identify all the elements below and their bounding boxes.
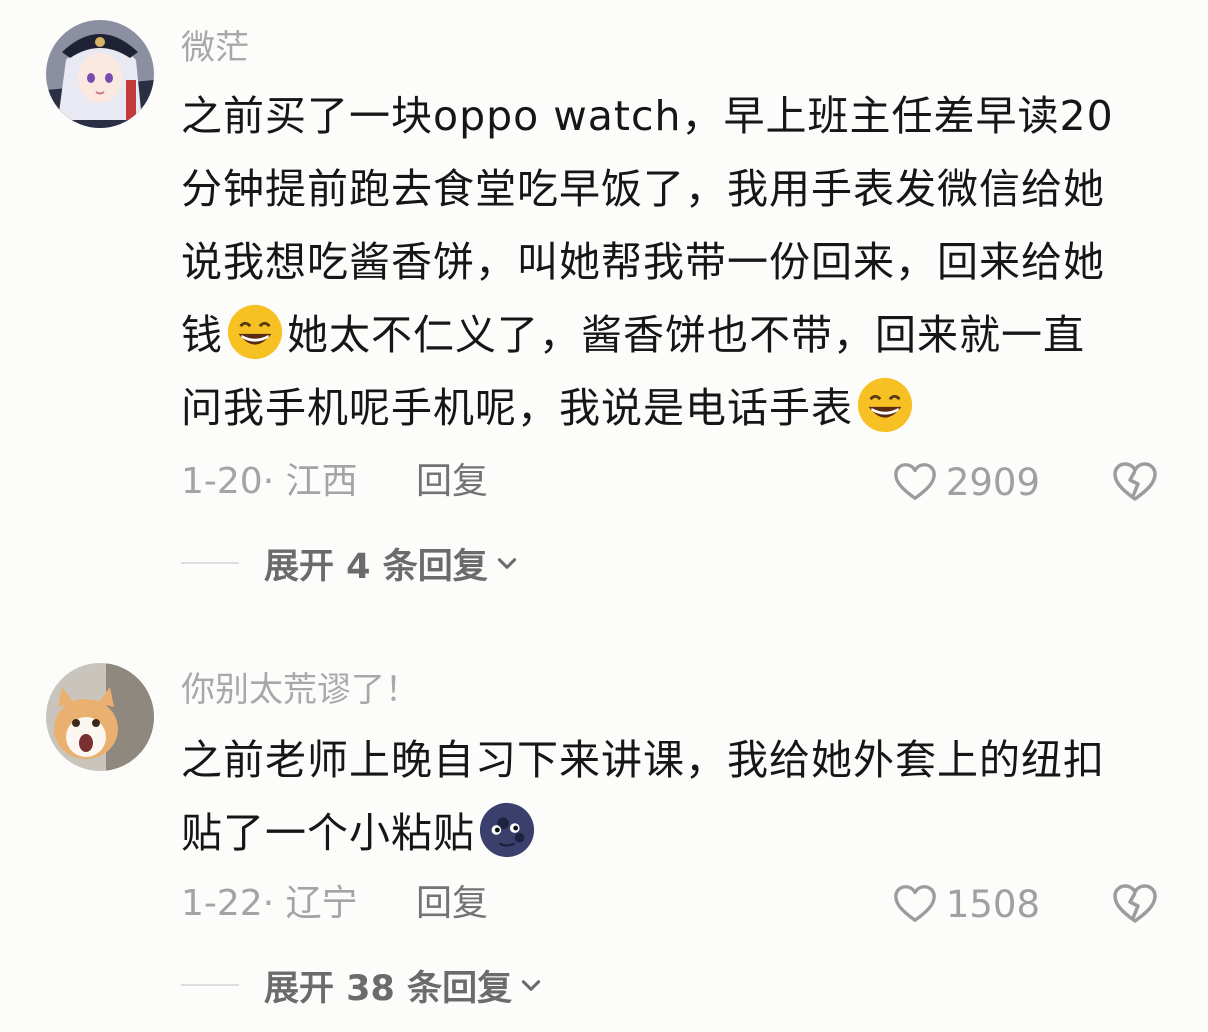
avatar[interactable]: [46, 663, 154, 771]
comment-list: 微茫 之前买了一块oppo watch，早上班主任差早读20 分钟提前跑去食堂吃…: [0, 0, 1208, 1032]
comment-line-part: 问我手机呢手机呢，我说是电话手表: [181, 384, 853, 432]
expand-replies-button[interactable]: 展开 38 条回复: [181, 960, 544, 1010]
comment-line: 之前买了一块oppo watch，早上班主任差早读20: [181, 92, 1114, 140]
comment-text: 之前买了一块oppo watch，早上班主任差早读20 分钟提前跑去食堂吃早饭了…: [181, 80, 1171, 445]
expand-replies-button[interactable]: 展开 4 条回复: [181, 538, 520, 588]
avatar[interactable]: [46, 20, 154, 128]
comment-text: 之前老师上晚自习下来讲课，我给她外套上的纽扣 贴了一个小粘贴: [181, 724, 1171, 870]
comment-line-part: 她太不仁义了，酱香饼也不带，回来就一直: [287, 311, 1085, 359]
like-count: 2909: [945, 460, 1040, 504]
expand-divider: [181, 984, 239, 986]
comment-line: 说我想吃酱香饼，叫她帮我带一份回来，回来给她: [181, 238, 1105, 286]
comment-line: 之前老师上晚自习下来讲课，我给她外套上的纽扣: [181, 736, 1105, 784]
comment-line: 分钟提前跑去食堂吃早饭了，我用手表发微信给她: [181, 165, 1105, 213]
heart-icon: [893, 463, 936, 500]
grinning-squint-emoji-icon: [227, 304, 283, 360]
comment-meta: 1-22· 辽宁: [181, 883, 358, 924]
reply-button[interactable]: 回复: [416, 460, 488, 504]
heart-icon: [893, 885, 936, 922]
username[interactable]: 你别太荒谬了！: [181, 670, 419, 710]
comment-line-part: 贴了一个小粘贴: [181, 809, 475, 857]
comment-line: 问我手机呢手机呢，我说是电话手表: [181, 372, 1171, 445]
username[interactable]: 微茫: [181, 28, 249, 68]
chevron-down-icon: [521, 980, 541, 991]
reply-button[interactable]: 回复: [416, 882, 488, 926]
grinning-squint-emoji-icon: [857, 377, 913, 433]
expand-replies-label: 展开 38 条回复: [264, 968, 513, 1009]
like-button[interactable]: 2909: [892, 458, 1040, 506]
chevron-down-icon: [497, 558, 516, 569]
broken-heart-icon[interactable]: [1111, 880, 1159, 928]
broken-heart-icon[interactable]: [1111, 458, 1159, 506]
like-count: 1508: [945, 882, 1040, 926]
comment-meta: 1-20· 江西: [181, 461, 358, 502]
like-button[interactable]: 1508: [892, 880, 1040, 928]
comment-line: 钱 她太不仁义了，酱香饼也不带，回来就一直: [181, 299, 1171, 372]
new-moon-face-emoji-icon: [479, 802, 535, 858]
expand-replies-label: 展开 4 条回复: [264, 546, 488, 587]
anime-girl-avatar-icon: [46, 20, 154, 128]
cat-avatar-icon: [46, 663, 154, 771]
comment-line: 贴了一个小粘贴: [181, 797, 1171, 870]
comment-line-part: 钱: [181, 311, 223, 359]
expand-divider: [181, 562, 239, 564]
